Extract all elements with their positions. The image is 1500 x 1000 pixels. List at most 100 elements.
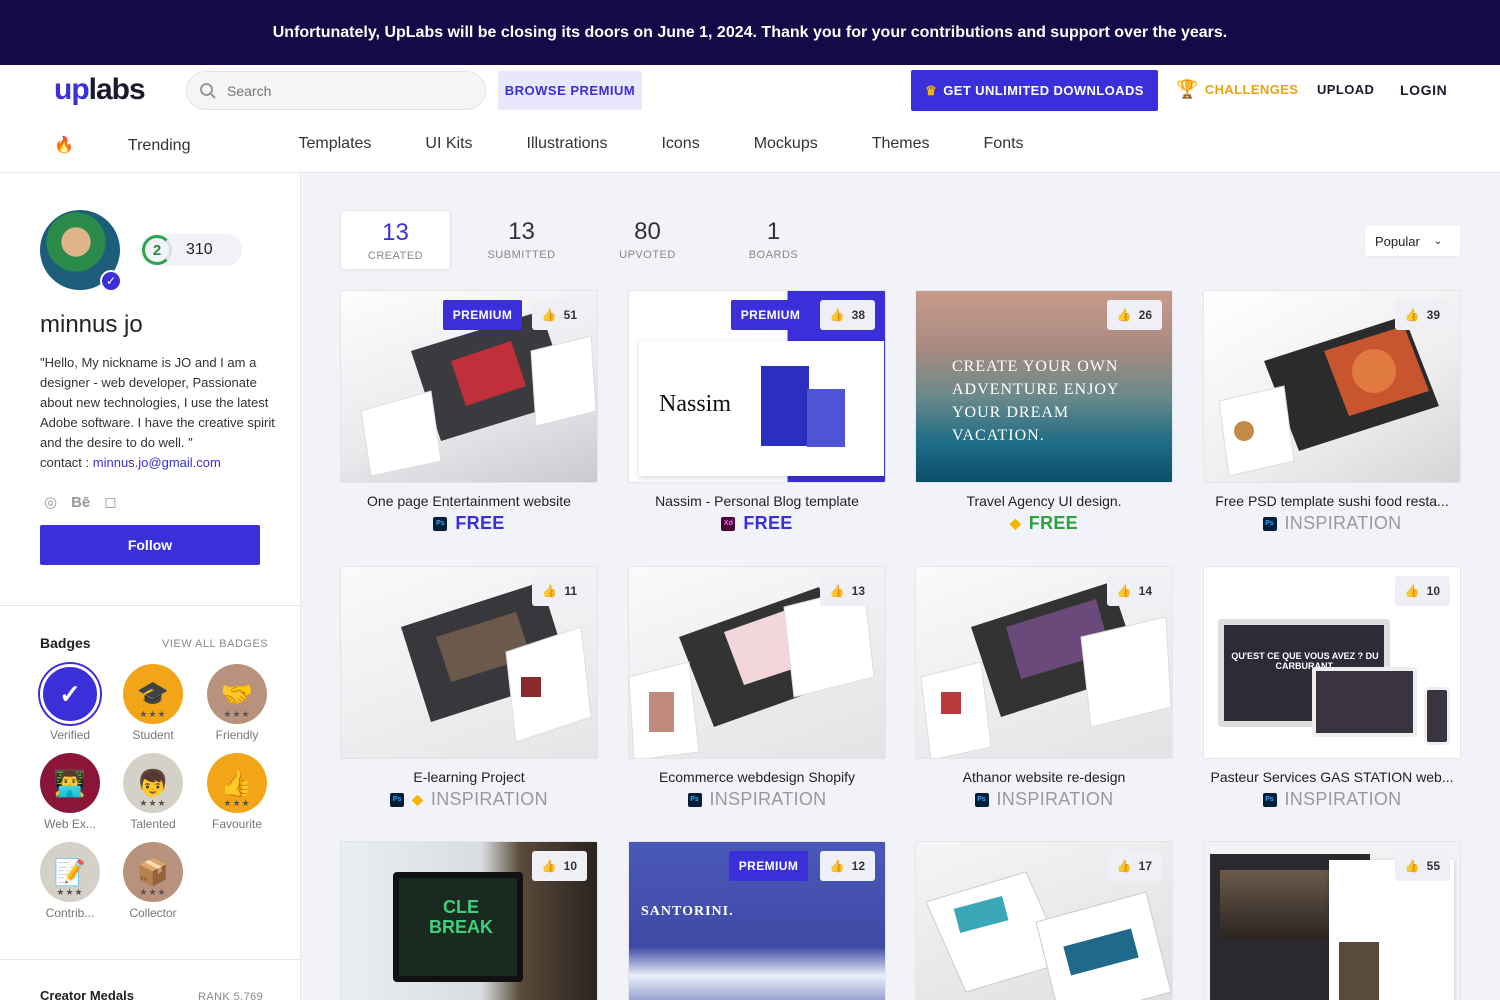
nav-icons[interactable]: Icons	[661, 135, 699, 155]
like-button[interactable]: 👍 14	[1106, 576, 1162, 606]
dribbble-icon[interactable]: ◎	[44, 493, 57, 511]
like-button[interactable]: 👍 26	[1106, 300, 1162, 330]
shot-title[interactable]: E-learning Project	[340, 769, 598, 785]
shot-card[interactable]: 👍 14 Athanor website re-design Ps INSPIRAT…	[915, 566, 1173, 810]
shot-card[interactable]: SANTORINI. PREMIUM 👍 12	[628, 841, 886, 1000]
sort-select[interactable]: Popular ⌄	[1365, 226, 1460, 256]
tab-submitted[interactable]: 13 SUBMITTED	[466, 210, 577, 270]
shot-thumbnail[interactable]: SANTORINI. PREMIUM 👍 12	[628, 841, 886, 1000]
get-unlimited-downloads-button[interactable]: ♛ GET UNLIMITED DOWNLOADS	[911, 70, 1158, 111]
photoshop-icon: Ps	[433, 516, 448, 531]
follow-button[interactable]: Follow	[40, 525, 260, 565]
uplabs-logo[interactable]: uplabs	[54, 73, 146, 107]
nav-illustrations[interactable]: Illustrations	[527, 135, 608, 155]
shot-card[interactable]: CLE BREAK 👍 10	[340, 841, 598, 1000]
badge-friendly[interactable]: 🤝 ★★★ Friendly	[207, 664, 267, 742]
shot-price: INSPIRATION	[430, 789, 548, 809]
shot-card[interactable]: CREATE YOUR OWN ADVENTURE ENJOY YOUR DRE…	[915, 290, 1173, 534]
top-header: uplabs BROWSE PREMIUM ♛ GET UNLIMITED DO…	[0, 65, 1500, 173]
avatar[interactable]: ✓	[40, 210, 122, 292]
like-button[interactable]: 👍 39	[1394, 300, 1450, 330]
instagram-icon[interactable]: ◻	[104, 493, 116, 511]
tab-upvoted[interactable]: 80 UPVOTED	[592, 210, 703, 270]
nav-ui-kits[interactable]: UI Kits	[425, 135, 472, 155]
badge-collector[interactable]: 📦 ★★★ Collector	[123, 842, 183, 920]
like-button[interactable]: 👍 55	[1394, 851, 1450, 881]
shot-thumbnail[interactable]: Nassim PREMIUM 👍 38	[628, 290, 886, 483]
badge-student[interactable]: 🎓 ★★★ Student	[123, 664, 183, 742]
shot-card[interactable]: 👍 13 Ecommerce webdesign Shopify Ps INSPIR…	[628, 566, 886, 810]
shot-title[interactable]: Pasteur Services GAS STATION web...	[1203, 769, 1461, 785]
like-button[interactable]: 👍 17	[1106, 851, 1162, 881]
nav-templates[interactable]: Templates	[298, 135, 371, 155]
badge-label: Contrib...	[45, 906, 95, 920]
shot-thumbnail[interactable]: 👍 11	[340, 566, 598, 759]
shot-thumbnail[interactable]: 👍 55	[1203, 841, 1461, 1000]
shot-thumbnail[interactable]: CREATE YOUR OWN ADVENTURE ENJOY YOUR DRE…	[915, 290, 1173, 483]
shot-card[interactable]: 👍 11 E-learning Project Ps ◆ INSPIRATION	[340, 566, 598, 810]
like-count: 55	[1426, 859, 1440, 873]
sidebar-divider	[0, 605, 300, 606]
contact-label: contact :	[40, 455, 90, 470]
browse-premium-button[interactable]: BROWSE PREMIUM	[498, 71, 642, 110]
search-box[interactable]	[186, 71, 486, 110]
nav-themes[interactable]: Themes	[872, 135, 930, 155]
shot-title[interactable]: Ecommerce webdesign Shopify	[628, 769, 886, 785]
shot-thumbnail[interactable]: 👍 39	[1203, 290, 1461, 483]
like-count: 39	[1426, 308, 1440, 322]
shot-thumbnail[interactable]: QU'EST CE QUE VOUS AVEZ ? DU CARBURANT. …	[1203, 566, 1461, 759]
shot-title[interactable]: Nassim - Personal Blog template	[628, 493, 886, 509]
search-input[interactable]	[227, 82, 467, 99]
like-button[interactable]: 👍 13	[819, 576, 875, 606]
nav-mockups[interactable]: Mockups	[754, 135, 818, 155]
behance-icon[interactable]: Bē	[71, 494, 90, 511]
tab-created[interactable]: 13 CREATED	[340, 210, 451, 270]
shot-card[interactable]: 👍 17	[915, 841, 1173, 1000]
badge-talented[interactable]: 👦 ★★★ Talented	[123, 753, 183, 831]
mockup-heading: Nassim	[659, 391, 731, 417]
email-link[interactable]: minnus.jo@gmail.com	[93, 455, 221, 470]
like-count: 14	[1138, 584, 1152, 598]
shot-title[interactable]: Travel Agency UI design.	[915, 493, 1173, 509]
nav-fonts[interactable]: Fonts	[984, 135, 1024, 155]
challenges-link[interactable]: 🏆 CHALLENGES	[1176, 79, 1298, 100]
nav-trending[interactable]: 🔥 Trending	[54, 135, 244, 155]
badge-web-expert[interactable]: 👨‍💻 Web Ex...	[40, 753, 100, 831]
shot-thumbnail[interactable]: CLE BREAK 👍 10	[340, 841, 598, 1000]
badge-verified[interactable]: ✓ Verified	[40, 664, 100, 742]
shot-thumbnail[interactable]: 👍 13	[628, 566, 886, 759]
like-button[interactable]: 👍 12	[819, 851, 875, 881]
logo-up: up	[54, 73, 90, 106]
shot-thumbnail[interactable]: PREMIUM 👍 51	[340, 290, 598, 483]
badge-favourite[interactable]: 👍 ★★★ Favourite	[207, 753, 267, 831]
stat-label: UPVOTED	[619, 249, 676, 261]
verified-check-icon: ✓	[100, 270, 122, 292]
shot-title[interactable]: Free PSD template sushi food resta...	[1203, 493, 1461, 509]
like-button[interactable]: 👍 10	[1394, 576, 1450, 606]
shot-thumbnail[interactable]: 👍 17	[915, 841, 1173, 1000]
shot-title[interactable]: Athanor website re-design	[915, 769, 1173, 785]
shot-card[interactable]: 👍 39 Free PSD template sushi food resta..…	[1203, 290, 1461, 534]
profile-name: minnus jo	[40, 311, 143, 338]
rank-label: RANK 5,769	[198, 991, 264, 1000]
shot-card[interactable]: Nassim PREMIUM 👍 38 Nassim - Personal Blo…	[628, 290, 886, 534]
upload-link[interactable]: UPLOAD	[1317, 82, 1374, 97]
shot-card[interactable]: QU'EST CE QUE VOUS AVEZ ? DU CARBURANT. …	[1203, 566, 1461, 810]
shot-price: INSPIRATION	[1284, 513, 1402, 533]
badge-contributor[interactable]: 📝 ★★★ Contrib...	[40, 842, 100, 920]
like-button[interactable]: 👍 11	[532, 576, 587, 606]
photoshop-icon: Ps	[390, 792, 405, 807]
like-button[interactable]: 👍 38	[819, 300, 875, 330]
view-all-badges-link[interactable]: VIEW ALL BADGES	[162, 638, 268, 650]
shot-title[interactable]: One page Entertainment website	[340, 493, 598, 509]
shot-thumbnail[interactable]: 👍 14	[915, 566, 1173, 759]
like-button[interactable]: 👍 51	[531, 300, 587, 330]
like-button[interactable]: 👍 10	[531, 851, 587, 881]
shot-card[interactable]: 👍 55	[1203, 841, 1461, 1000]
login-link[interactable]: LOGIN	[1400, 82, 1447, 98]
phone-mockup	[1424, 687, 1450, 745]
like-count: 13	[851, 584, 865, 598]
tab-boards[interactable]: 1 BOARDS	[718, 210, 829, 270]
badge-label: Talented	[130, 817, 176, 831]
shot-card[interactable]: PREMIUM 👍 51 One page Entertainment websi…	[340, 290, 598, 534]
